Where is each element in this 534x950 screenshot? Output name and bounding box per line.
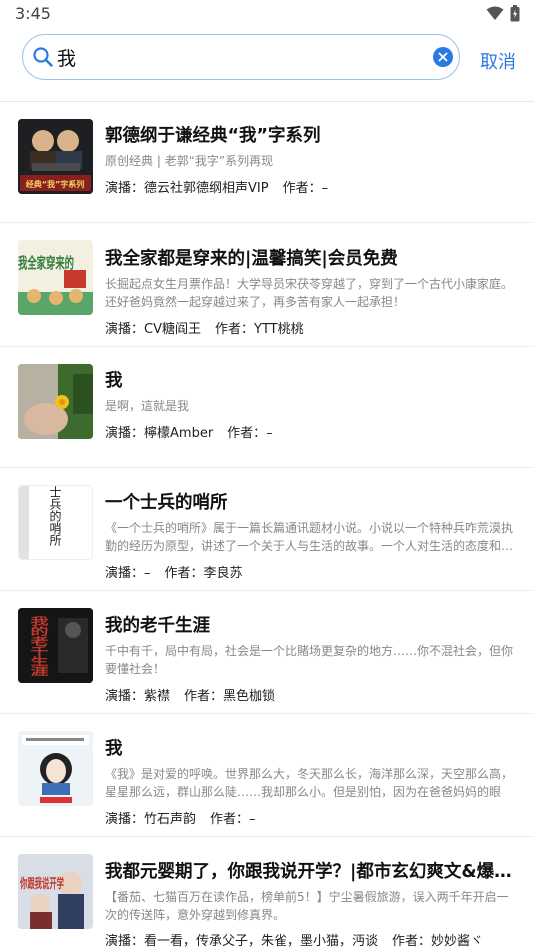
- list-item[interactable]: 经典“我”字系列 郭德纲于谦经典“我”字系列 原创经典 | 老郭“我字”系列再现…: [0, 102, 534, 222]
- list-item[interactable]: 我全家穿来的 我全家都是穿来的|温馨搞笑|会员免费 长掘起点女生月票作品！大学导…: [0, 223, 534, 346]
- item-title: 我全家都是穿来的|温馨搞笑|会员免费: [105, 249, 398, 269]
- author-name: 李良苏: [203, 566, 243, 581]
- item-title: 我: [105, 739, 123, 759]
- author-name: –: [321, 181, 329, 196]
- album-cover: 你跟我说开学: [18, 854, 93, 929]
- list-item[interactable]: 我的老千生涯 我的老千生涯 千中有千，局中有局，社会是一个比賭场更复杂的地方………: [0, 591, 534, 713]
- cover-art: [18, 364, 93, 439]
- narrator-label: 演播：: [105, 426, 145, 441]
- cover-art: 一个士兵的哨所: [19, 486, 92, 559]
- list-item[interactable]: 我 是啊，這就是我 演播：檸檬Amber 作者：–: [0, 347, 534, 467]
- cover-caption: 我的老千生涯: [28, 616, 49, 677]
- author-name: YTT桃桃: [254, 322, 304, 337]
- cover-art: 经典“我”字系列: [18, 119, 93, 194]
- narrator-name: 德云社郭德纲相声VIP: [144, 181, 269, 196]
- item-description: 原创经典 | 老郭“我字”系列再现: [105, 154, 274, 168]
- author-label: 作者：: [392, 934, 432, 949]
- status-icons: [486, 5, 520, 22]
- cover-caption: 经典“我”字系列: [26, 179, 85, 189]
- search-box[interactable]: [22, 34, 460, 80]
- item-description: 是啊，這就是我: [105, 399, 190, 413]
- cancel-button[interactable]: 取消: [480, 48, 516, 74]
- narrator-label: 演播：: [105, 812, 145, 827]
- cover-art: 你跟我说开学: [18, 854, 93, 929]
- author-label: 作者：: [227, 426, 267, 441]
- author-label: 作者：: [215, 322, 255, 337]
- album-cover: 经典“我”字系列: [18, 119, 93, 194]
- narrator-label: 演播：: [105, 934, 145, 949]
- item-title: 我: [105, 371, 123, 391]
- cover-art: 我的老千生涯: [18, 608, 93, 683]
- cover-caption: 你跟我说开学: [19, 876, 64, 892]
- search-icon: [33, 47, 53, 67]
- author-name: 黑色枷锁: [223, 689, 276, 704]
- narrator-label: 演播：: [105, 689, 145, 704]
- item-description: 【番茄、七猫百万在读作品，榜单前5！】宁尘暑假旅游，误入两千年开启一次的传送阵，…: [105, 890, 509, 922]
- wifi-icon: [486, 6, 504, 20]
- narrator-label: 演播：: [105, 181, 145, 196]
- author-label: 作者：: [164, 566, 204, 581]
- item-title: 一个士兵的哨所: [105, 493, 228, 513]
- narrator-name: 竹石声韵: [144, 812, 197, 827]
- item-title: 我都元婴期了，你跟我说开学？|都市玄幻爽文&爆…: [105, 862, 512, 882]
- cover-caption: 一个士兵的哨所: [48, 486, 62, 546]
- album-cover: [18, 731, 93, 806]
- narrator-name: 紫襟: [144, 689, 171, 704]
- narrator-name: –: [144, 566, 151, 581]
- close-icon: [438, 52, 448, 62]
- album-cover: 我全家穿来的: [18, 240, 93, 315]
- list-item[interactable]: 你跟我说开学 我都元婴期了，你跟我说开学？|都市玄幻爽文&爆… 【番茄、七猫百万…: [0, 837, 534, 950]
- author-name: 妙妙酱ヾ: [431, 934, 484, 949]
- cover-art: [18, 731, 93, 806]
- battery-icon: [510, 5, 520, 22]
- album-cover: 我的老千生涯: [18, 608, 93, 683]
- item-description: 千中有千，局中有局，社会是一个比賭场更复杂的地方……你不混社会，但你要懂社会！: [105, 644, 514, 676]
- author-name: –: [249, 812, 256, 827]
- narrator-label: 演播：: [105, 566, 145, 581]
- item-meta: 演播：檸檬Amber 作者：–: [105, 422, 525, 441]
- item-meta: 演播：CV糖阎王 作者：YTT桃桃: [105, 318, 525, 337]
- item-meta: 演播：德云社郭德纲相声VIP 作者：–: [105, 177, 525, 196]
- item-title: 我的老千生涯: [105, 616, 210, 636]
- item-meta: 演播：竹石声韵 作者：–: [105, 808, 525, 827]
- narrator-label: 演播：: [105, 322, 145, 337]
- narrator-name: 檸檬Amber: [144, 426, 214, 441]
- cover-art: 我全家穿来的: [18, 240, 93, 315]
- author-label: 作者：: [210, 812, 250, 827]
- cover-caption: 我全家穿来的: [18, 254, 74, 272]
- item-meta: 演播：看一看，传承父子，朱雀，墨小猫，沔谈 作者：妙妙酱ヾ: [105, 930, 525, 949]
- clear-search-button[interactable]: [433, 47, 453, 67]
- album-cover: 一个士兵的哨所: [18, 485, 93, 560]
- list-item[interactable]: 一个士兵的哨所 一个士兵的哨所 《一个士兵的哨所》属于一篇长篇通讯题材小说。小说…: [0, 468, 534, 590]
- item-description: 《一个士兵的哨所》属于一篇长篇通讯题材小说。小说以一个特种兵咋荒漠执勤的经历为原…: [105, 521, 514, 553]
- item-description: 《我》是对爱的呼唤。世界那么大，冬天那么长，海洋那么深，天空那么高，星星那么远，…: [105, 767, 514, 799]
- list-item[interactable]: 我 《我》是对爱的呼唤。世界那么大，冬天那么长，海洋那么深，天空那么高，星星那么…: [0, 714, 534, 836]
- item-title: 郭德纲于谦经典“我”字系列: [105, 126, 321, 146]
- item-meta: 演播：– 作者：李良苏: [105, 562, 525, 581]
- search-row: 取消: [0, 34, 534, 84]
- status-bar: 3:45: [0, 0, 534, 28]
- author-label: 作者：: [184, 689, 224, 704]
- author-label: 作者：: [282, 181, 322, 196]
- search-input[interactable]: [57, 43, 417, 71]
- item-description: 长掘起点女生月票作品！大学导员宋茯苓穿越了，穿到了一个古代小康家庭。还好爸妈竟然…: [105, 277, 514, 309]
- narrator-name: 看一看，传承父子，朱雀，墨小猫，沔谈: [144, 934, 379, 949]
- status-time: 3:45: [15, 4, 51, 23]
- author-name: –: [266, 426, 273, 441]
- narrator-name: CV糖阎王: [144, 322, 201, 337]
- album-cover: [18, 364, 93, 439]
- item-meta: 演播：紫襟 作者：黑色枷锁: [105, 685, 525, 704]
